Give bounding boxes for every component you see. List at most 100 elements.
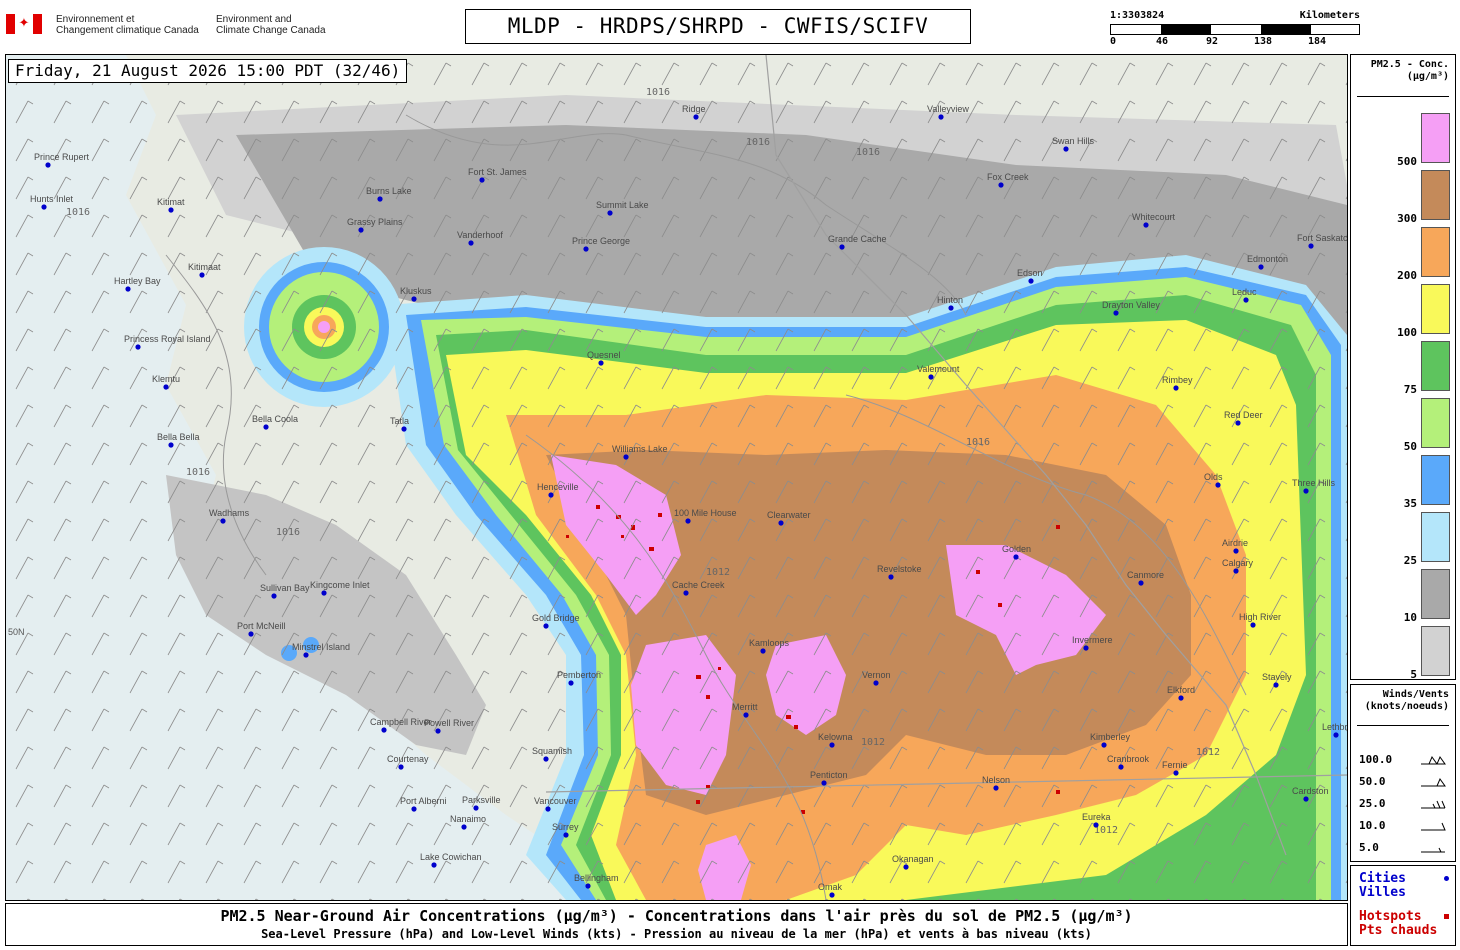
city-dot-icon	[1173, 770, 1179, 776]
map-key: Cities Villes Hotspots Pts chauds	[1350, 865, 1456, 946]
hotspots-label-en: Hotspots	[1359, 909, 1422, 924]
city-dot-icon	[1444, 876, 1449, 881]
wind-barb-25-icon	[1421, 800, 1446, 809]
legend-swatch-25	[1421, 512, 1450, 562]
city-label: Valemount	[917, 364, 960, 374]
scale-tick-2: 92	[1206, 36, 1219, 47]
city-dot-icon	[1303, 488, 1309, 494]
city-label: Clearwater	[767, 510, 811, 520]
city-label: Fox Creek	[987, 172, 1029, 182]
wind-barb-5-icon	[1421, 847, 1445, 853]
city-dot-icon	[220, 518, 226, 524]
city-dot-icon	[168, 442, 174, 448]
city-label: Swan Hills	[1052, 136, 1095, 146]
scale-tick-1: 46	[1156, 36, 1169, 47]
city-dot-icon	[199, 272, 205, 278]
legend-swatch-5	[1421, 626, 1450, 676]
city-dot-icon	[435, 728, 441, 734]
city-label: Prince George	[572, 236, 630, 246]
latitude-label: 50N	[8, 627, 25, 637]
city-label: Drayton Valley	[1102, 300, 1160, 310]
city-dot-icon	[693, 114, 699, 120]
pm25-legend-title: PM2.5 - Conc.	[1370, 59, 1449, 70]
cities-label-fr: Villes	[1359, 885, 1406, 900]
legend-swatch-200	[1421, 227, 1450, 277]
city-dot-icon	[829, 892, 835, 898]
model-title: MLDP - HRDPS/SHRPD - CWFIS/SCIFV	[465, 9, 971, 44]
legend-label-75: 75	[1403, 383, 1417, 396]
city-label: Stavely	[1262, 672, 1292, 682]
city-dot-icon	[938, 114, 944, 120]
city-dot-icon	[585, 883, 591, 889]
city-label: Bella Bella	[157, 432, 200, 442]
city-label: Bellingham	[574, 873, 619, 883]
city-label: Gold Bridge	[532, 613, 580, 623]
isobar-label-1: 1016	[66, 207, 90, 218]
city-label: Fernie	[1162, 760, 1188, 770]
city-dot-icon	[998, 182, 1004, 188]
city-label: Omak	[818, 882, 843, 892]
city-dot-icon	[1143, 222, 1149, 228]
city-label: Prince Rupert	[34, 152, 90, 162]
scale-tick-4: 184	[1308, 36, 1327, 47]
city-label: Cranbrook	[1107, 754, 1150, 764]
city-dot-icon	[1173, 385, 1179, 391]
city-label: Princess Royal Island	[124, 334, 211, 344]
city-dot-icon	[1013, 554, 1019, 560]
city-dot-icon	[398, 764, 404, 770]
city-label: Port McNeill	[237, 621, 286, 631]
city-dot-icon	[411, 296, 417, 302]
gov-fr-line1: Environnement et	[56, 14, 135, 25]
smoke-forecast-map[interactable]: 1016 1016 1016 1016 1012 1012 1012 1016 …	[5, 54, 1348, 901]
city-dot-icon	[135, 344, 141, 350]
city-dot-icon	[928, 374, 934, 380]
city-label: Wadhams	[209, 508, 250, 518]
city-label: Nelson	[982, 775, 1010, 785]
city-dot-icon	[1243, 297, 1249, 303]
city-dot-icon	[1250, 622, 1256, 628]
caption-line2: Sea-Level Pressure (hPa) and Low-Level W…	[261, 927, 1092, 941]
city-dot-icon	[1233, 548, 1239, 554]
scale-unit: Kilometers	[1299, 10, 1360, 21]
city-dot-icon	[829, 742, 835, 748]
isobar-label-9: 1016	[276, 527, 300, 538]
city-label: Summit Lake	[596, 200, 649, 210]
city-label: Cardston	[1292, 786, 1329, 796]
legend-swatch-100	[1421, 284, 1450, 334]
city-dot-icon	[598, 360, 604, 366]
legend-swatch-75	[1421, 341, 1450, 391]
city-label: Kimberley	[1090, 732, 1131, 742]
scale-bar: 1:3303824 Kilometers 0 46 92 138 184	[1110, 10, 1360, 50]
hotspot-square-icon	[1444, 914, 1449, 919]
isobar-label-11: 1012	[1196, 747, 1220, 758]
city-label: Airdrie	[1222, 538, 1248, 548]
city-label: Grande Cache	[828, 234, 887, 244]
city-dot-icon	[1233, 568, 1239, 574]
city-dot-icon	[1113, 310, 1119, 316]
city-dot-icon	[401, 426, 407, 432]
wind-legend: Winds/Vents (knots/noeuds) 100.0 50.0 25…	[1350, 684, 1456, 862]
city-dot-icon	[303, 652, 309, 658]
legend-label-35: 35	[1403, 497, 1417, 510]
legend-label-200: 200	[1397, 269, 1417, 282]
wind-barb-10-icon	[1421, 822, 1446, 831]
city-dot-icon	[271, 593, 277, 599]
legend-label-5: 5	[1410, 668, 1417, 681]
city-dot-icon	[760, 648, 766, 654]
city-dot-icon	[41, 204, 47, 210]
city-dot-icon	[545, 806, 551, 812]
wind-barb-50-icon	[1421, 777, 1446, 787]
city-dot-icon	[1303, 796, 1309, 802]
wind-row-10: 10.0	[1359, 819, 1386, 832]
city-dot-icon	[543, 756, 549, 762]
scale-ratio: 1:3303824	[1110, 10, 1165, 21]
city-dot-icon	[685, 518, 691, 524]
city-dot-icon	[1215, 482, 1221, 488]
city-dot-icon	[1028, 278, 1034, 284]
city-label: Powell River	[424, 718, 474, 728]
cities-label-en: Cities	[1359, 871, 1406, 886]
city-dot-icon	[1138, 580, 1144, 586]
city-label: Campbell River	[370, 717, 432, 727]
wind-row-50: 50.0	[1359, 775, 1386, 788]
city-dot-icon	[168, 207, 174, 213]
